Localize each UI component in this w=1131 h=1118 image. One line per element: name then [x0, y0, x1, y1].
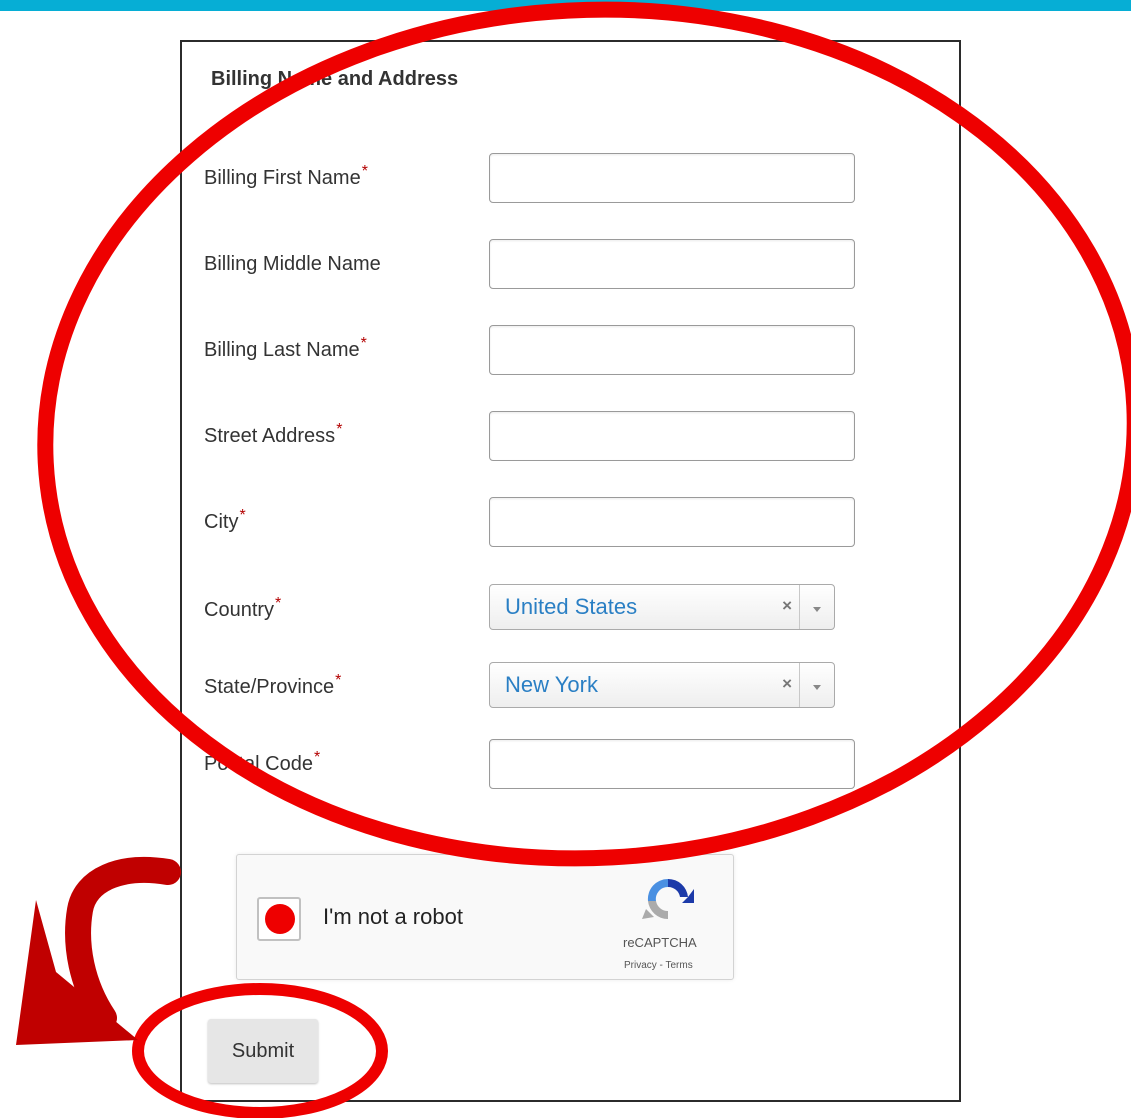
recaptcha-widget: I'm not a robot reCAPTCHA Privacy - Term… [236, 854, 734, 980]
captcha-label: I'm not a robot [323, 904, 463, 929]
first-name-input[interactable] [489, 153, 855, 203]
recaptcha-icon [642, 878, 694, 920]
recaptcha-brand: reCAPTCHA [623, 935, 697, 950]
country-select[interactable]: United States × [489, 584, 835, 630]
state-label-text: State/Province [204, 676, 335, 698]
street-address-input[interactable] [489, 411, 855, 461]
country-label-text: Country [204, 599, 275, 621]
middle-name-label: Billing Middle Name [204, 253, 381, 276]
required-marker: * [275, 595, 282, 612]
postal-code-label: Postal Code* [204, 749, 320, 776]
last-name-input[interactable] [489, 325, 855, 375]
close-icon[interactable]: × [782, 674, 792, 694]
city-input[interactable] [489, 497, 855, 547]
last-name-label-text: Billing Last Name [204, 339, 360, 361]
state-selected-value: New York [505, 672, 598, 697]
required-marker: * [336, 421, 343, 438]
first-name-label: Billing First Name* [204, 163, 368, 190]
required-marker: * [239, 507, 246, 524]
annotation-arrowhead [16, 900, 138, 1045]
state-label: State/Province* [204, 672, 341, 699]
close-icon[interactable]: × [782, 596, 792, 616]
country-dropdown-toggle[interactable] [799, 585, 834, 629]
annotation-curved-arrow [65, 856, 181, 1031]
street-address-label-text: Street Address [204, 425, 336, 447]
state-dropdown-toggle[interactable] [799, 663, 834, 707]
postal-code-input[interactable] [489, 739, 855, 789]
required-marker: * [335, 672, 342, 689]
first-name-label-text: Billing First Name [204, 167, 361, 189]
captcha-checkbox[interactable] [257, 897, 301, 941]
submit-button[interactable]: Submit [208, 1019, 318, 1083]
required-marker: * [360, 335, 367, 352]
city-label: City* [204, 507, 246, 534]
last-name-label: Billing Last Name* [204, 335, 367, 362]
state-select[interactable]: New York × [489, 662, 835, 708]
recaptcha-privacy-terms[interactable]: Privacy - Terms [624, 960, 693, 971]
chevron-down-icon [813, 685, 821, 690]
required-marker: * [361, 163, 368, 180]
section-title: Billing Name and Address [211, 68, 459, 90]
chevron-down-icon [813, 607, 821, 612]
city-label-text: City [204, 511, 239, 533]
middle-name-input[interactable] [489, 239, 855, 289]
street-address-label: Street Address* [204, 421, 342, 448]
annotation-dot [265, 904, 295, 934]
middle-name-label-text: Billing Middle Name [204, 253, 381, 275]
country-label: Country* [204, 595, 281, 622]
required-marker: * [313, 749, 321, 766]
top-color-bar [0, 0, 1131, 11]
postal-code-label-text: Postal Code [204, 753, 313, 775]
country-selected-value: United States [505, 594, 638, 619]
